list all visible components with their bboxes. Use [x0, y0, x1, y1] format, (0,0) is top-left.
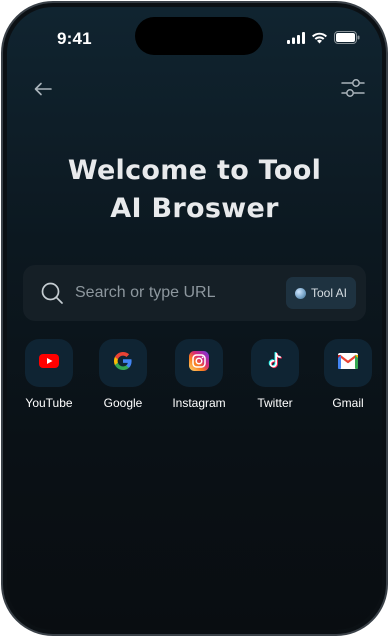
- screen: 9:41 Welcome to Tool AI Broswer Search o…: [7, 7, 382, 630]
- search-icon: [39, 280, 65, 306]
- shortcut-twitter[interactable]: Twitter: [240, 339, 310, 410]
- shortcut-label: Google: [103, 396, 143, 410]
- shortcut-tile: [251, 339, 299, 387]
- tool-ai-icon: [294, 287, 306, 299]
- signal-icon: [287, 31, 305, 49]
- google-icon: [112, 350, 134, 377]
- shortcut-label: Gmail: [332, 396, 364, 410]
- title-line-2: AI Broswer: [110, 193, 279, 224]
- shortcut-google[interactable]: Google: [88, 339, 158, 410]
- tool-ai-button[interactable]: Tool AI: [285, 277, 356, 309]
- dynamic-island: [135, 17, 263, 55]
- shortcut-instagram[interactable]: Instagram: [164, 339, 234, 410]
- instagram-icon: [189, 350, 209, 376]
- shortcut-gmail[interactable]: Gmail: [313, 339, 382, 410]
- sliders-icon: [340, 77, 366, 104]
- shortcut-tile: [175, 339, 223, 387]
- arrow-left-icon: [33, 81, 53, 102]
- tool-ai-label: Tool AI: [310, 286, 347, 300]
- phone-frame: 9:41 Welcome to Tool AI Broswer Search o…: [1, 1, 388, 636]
- shortcut-tile: [25, 339, 73, 387]
- title-line-1: Welcome to Tool: [67, 155, 322, 186]
- shortcut-youtube[interactable]: YouTube: [14, 339, 84, 410]
- shortcut-tile: [324, 339, 372, 387]
- back-button[interactable]: [29, 77, 57, 105]
- youtube-icon: [39, 353, 59, 373]
- wifi-icon: [311, 31, 328, 49]
- shortcut-label: Instagram: [172, 396, 226, 410]
- shortcut-tile: [99, 339, 147, 387]
- shortcut-label: Twitter: [257, 396, 293, 410]
- tiktok-icon: [265, 351, 285, 376]
- battery-icon: [334, 31, 360, 49]
- search-bar: Tool AI: [23, 265, 366, 321]
- gmail-icon: [338, 352, 358, 374]
- shortcut-label: YouTube: [25, 396, 73, 410]
- page-title: Welcome to Tool AI Broswer: [7, 152, 382, 228]
- status-time: 9:41: [57, 29, 92, 48]
- status-icons: [287, 31, 360, 49]
- search-input[interactable]: [75, 284, 286, 302]
- filter-button[interactable]: [338, 75, 368, 105]
